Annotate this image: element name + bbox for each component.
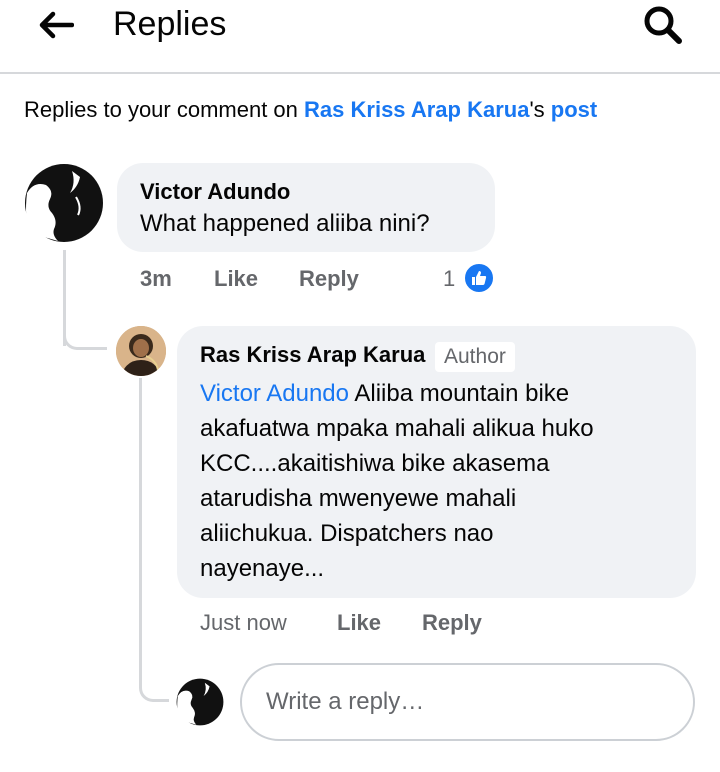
- context-possessive: 's: [529, 97, 551, 122]
- reply-reply-button[interactable]: Reply: [422, 609, 482, 637]
- reply-text-line: Victor Adundo Aliiba mountain bike: [200, 376, 680, 411]
- reply-context: Replies to your comment on Ras Kriss Ara…: [24, 96, 597, 124]
- page-title: Replies: [113, 5, 227, 43]
- comment-like-button[interactable]: Like: [214, 265, 258, 293]
- silhouette-avatar-icon: [25, 164, 103, 242]
- search-button[interactable]: [641, 4, 685, 44]
- reply-text-line: KCC....akaitishiwa bike akasema: [200, 450, 550, 477]
- thumbs-up-glyph: [472, 271, 487, 285]
- post-author-link[interactable]: Ras Kriss Arap Karua: [304, 97, 529, 122]
- silhouette-avatar-icon: [176, 678, 224, 726]
- comment-author[interactable]: Victor Adundo: [140, 179, 290, 205]
- reply-text: Victor Adundo Aliiba mountain bike akafu…: [200, 376, 680, 586]
- arrow-left-icon: [39, 11, 74, 39]
- reply-input[interactable]: [240, 663, 695, 741]
- reply-text-segment: Aliiba mountain bike: [349, 380, 570, 407]
- reply-thread-line: [139, 378, 142, 678]
- reply-avatar[interactable]: [116, 326, 166, 376]
- comment-timestamp[interactable]: 3m: [140, 265, 172, 293]
- profile-photo-icon: [116, 326, 166, 376]
- comment-reply-button[interactable]: Reply: [299, 265, 359, 293]
- reply-timestamp[interactable]: Just now: [200, 609, 287, 637]
- comment-bubble[interactable]: Victor Adundo What happened aliiba nini?: [117, 163, 495, 252]
- reply-bubble[interactable]: Ras Kriss Arap Karua Author Victor Adund…: [177, 326, 696, 598]
- author-badge: Author: [435, 342, 515, 372]
- reply-author[interactable]: Ras Kriss Arap Karua: [200, 342, 425, 368]
- post-link[interactable]: post: [551, 97, 597, 122]
- reply-like-button[interactable]: Like: [337, 609, 381, 637]
- reply-text-line: akafuatwa mpaka mahali alikua huko: [200, 415, 594, 442]
- top-app-bar: Replies: [0, 0, 720, 74]
- composer-avatar: [176, 678, 224, 726]
- reply-text-line: atarudisha mwenyewe mahali: [200, 485, 517, 512]
- thumbs-up-icon[interactable]: [463, 262, 495, 294]
- reply-thread-elbow: [139, 672, 169, 702]
- reply-text-line: aliichukua. Dispatchers nao: [200, 520, 494, 547]
- search-icon: [644, 6, 682, 44]
- avatar[interactable]: [24, 163, 104, 243]
- thread-elbow: [63, 322, 107, 350]
- reply-text-line: nayenaye...: [200, 555, 325, 582]
- reaction-count[interactable]: 1: [443, 265, 455, 293]
- context-prefix: Replies to your comment on: [24, 97, 305, 122]
- back-button[interactable]: [36, 8, 76, 42]
- mention-link[interactable]: Victor Adundo: [200, 380, 349, 407]
- comment-text: What happened aliiba nini?: [140, 210, 430, 237]
